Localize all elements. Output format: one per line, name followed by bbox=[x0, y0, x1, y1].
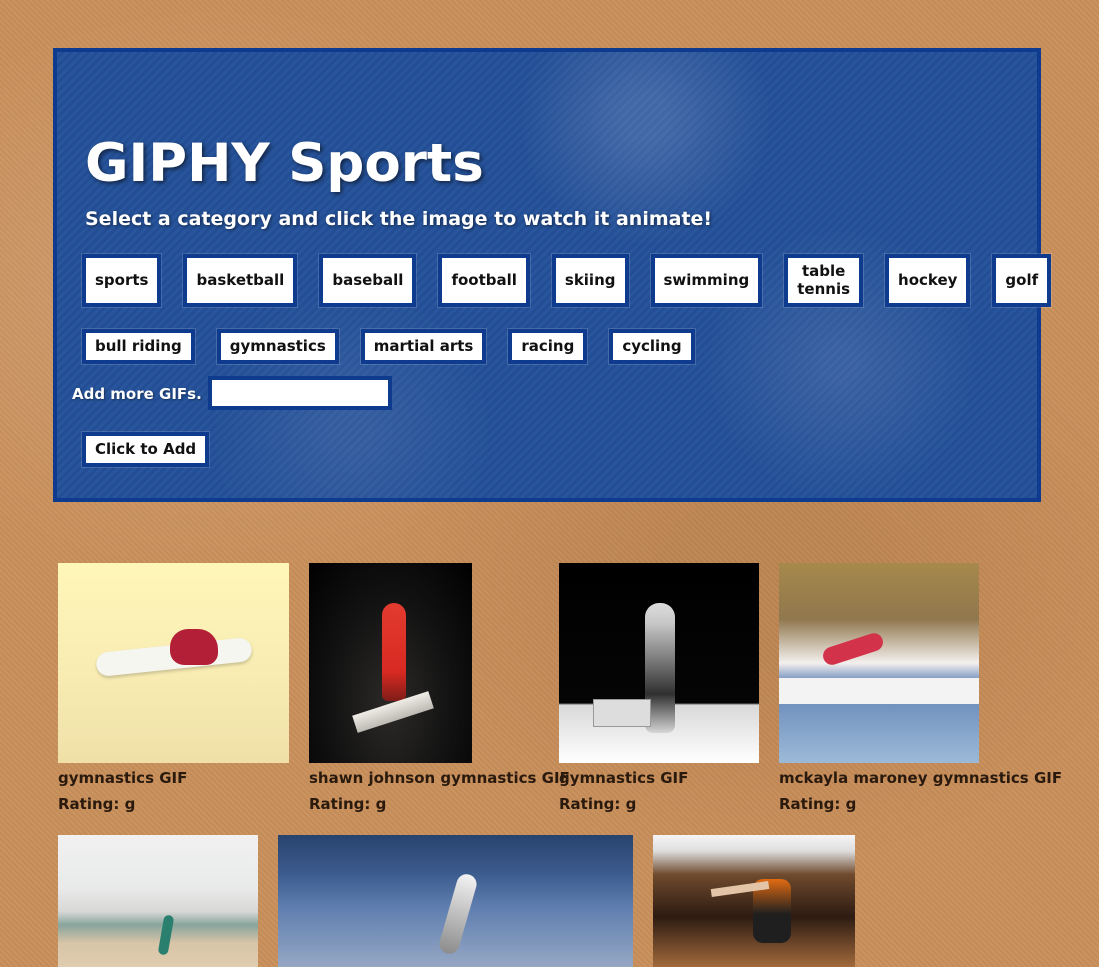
category-button-cycling[interactable]: cycling bbox=[609, 329, 695, 364]
gymnastics-image[interactable] bbox=[58, 835, 258, 967]
category-button-basketball[interactable]: basketball bbox=[183, 254, 298, 307]
add-gifs-label: Add more GIFs. bbox=[72, 385, 202, 403]
gif-card[interactable]: gymnastics GIF Rating: g bbox=[559, 563, 759, 814]
category-button-football[interactable]: football bbox=[438, 254, 530, 307]
gif-card[interactable] bbox=[653, 835, 855, 967]
category-button-swimming[interactable]: swimming bbox=[650, 254, 763, 307]
gymnastics-image[interactable] bbox=[779, 563, 979, 763]
gif-caption: gymnastics GIF bbox=[559, 769, 689, 787]
category-button-skiing[interactable]: skiing bbox=[551, 254, 629, 307]
category-row-1: sports basketball baseball football skii… bbox=[82, 254, 1052, 307]
gymnastics-image[interactable] bbox=[278, 835, 633, 967]
category-button-sports[interactable]: sports bbox=[82, 254, 162, 307]
gymnastics-image[interactable] bbox=[309, 563, 472, 763]
category-button-racing[interactable]: racing bbox=[508, 329, 588, 364]
category-row-2: bull riding gymnastics martial arts raci… bbox=[82, 329, 1022, 364]
category-button-gymnastics[interactable]: gymnastics bbox=[216, 329, 339, 364]
gif-card[interactable] bbox=[278, 835, 633, 967]
gif-rating: Rating: g bbox=[779, 795, 857, 813]
category-button-bull-riding[interactable]: bull riding bbox=[82, 329, 195, 364]
controls-panel: GIPHY Sports Select a category and click… bbox=[53, 48, 1052, 502]
add-gif-button[interactable]: Click to Add bbox=[82, 432, 210, 467]
gif-caption: mckayla maroney gymnastics GIF bbox=[779, 769, 1063, 787]
category-button-baseball[interactable]: baseball bbox=[319, 254, 417, 307]
gif-card[interactable]: mckayla maroney gymnastics GIF Rating: g bbox=[779, 563, 1062, 814]
gymnastics-image[interactable] bbox=[58, 563, 289, 763]
gif-card[interactable]: gymnastics GIF Rating: g bbox=[58, 563, 289, 814]
gif-rating: Rating: g bbox=[559, 795, 637, 813]
category-button-golf[interactable]: golf bbox=[992, 254, 1052, 307]
gif-card[interactable]: shawn johnson gymnastics GIF Rating: g bbox=[309, 563, 570, 814]
add-gifs-input[interactable] bbox=[208, 376, 392, 410]
gif-card[interactable] bbox=[58, 835, 258, 967]
gif-rating: Rating: g bbox=[58, 795, 136, 813]
category-button-hockey[interactable]: hockey bbox=[885, 254, 971, 307]
page-title: GIPHY Sports bbox=[85, 133, 484, 194]
gymnastics-image[interactable] bbox=[559, 563, 759, 763]
category-button-martial-arts[interactable]: martial arts bbox=[360, 329, 487, 364]
category-button-table-tennis[interactable]: table tennis bbox=[784, 254, 864, 307]
gymnastics-image[interactable] bbox=[653, 835, 855, 967]
page-subtitle: Select a category and click the image to… bbox=[85, 208, 713, 230]
gif-caption: gymnastics GIF bbox=[58, 769, 188, 787]
gif-rating: Rating: g bbox=[309, 795, 387, 813]
category-buttons: sports basketball baseball football skii… bbox=[82, 254, 1052, 386]
gif-caption: shawn johnson gymnastics GIF bbox=[309, 769, 570, 787]
